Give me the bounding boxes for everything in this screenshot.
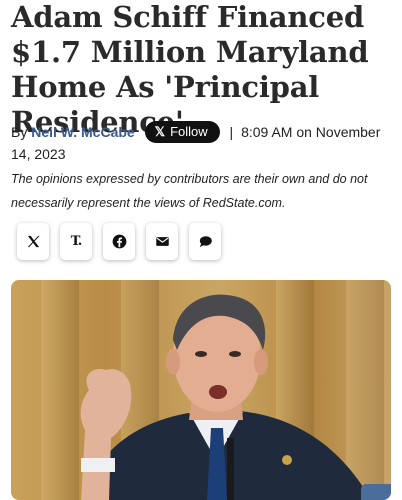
author-link[interactable]: Neil W. McCabe	[31, 124, 134, 140]
share-facebook-button[interactable]	[103, 223, 135, 260]
byline: By Neil W. McCabe 𝕏 Follow | 8:09 AM on …	[11, 121, 396, 165]
opinion-disclaimer: The opinions expressed by contributors a…	[11, 172, 368, 210]
article-hero-photo	[11, 280, 391, 500]
speaker-photo	[80, 294, 371, 500]
truth-social-icon: T.	[70, 234, 82, 249]
x-logo-icon: 𝕏	[154, 124, 166, 139]
byline-separator: |	[229, 124, 234, 140]
share-bar: T.	[17, 223, 221, 260]
image-corner-badge	[361, 484, 391, 500]
x-logo-icon	[26, 234, 41, 249]
comment-icon	[198, 234, 213, 249]
follow-button[interactable]: 𝕏 Follow	[144, 121, 220, 143]
share-truth-social-button[interactable]: T.	[60, 223, 92, 260]
share-comment-button[interactable]	[189, 223, 221, 260]
byline-prefix: By	[11, 124, 28, 140]
email-icon	[155, 234, 170, 249]
article-headline: Adam Schiff Financed $1.7 Million Maryla…	[11, 0, 369, 139]
share-x-button[interactable]	[17, 223, 49, 260]
follow-label: Follow	[170, 124, 208, 139]
facebook-icon	[112, 234, 127, 249]
share-email-button[interactable]	[146, 223, 178, 260]
